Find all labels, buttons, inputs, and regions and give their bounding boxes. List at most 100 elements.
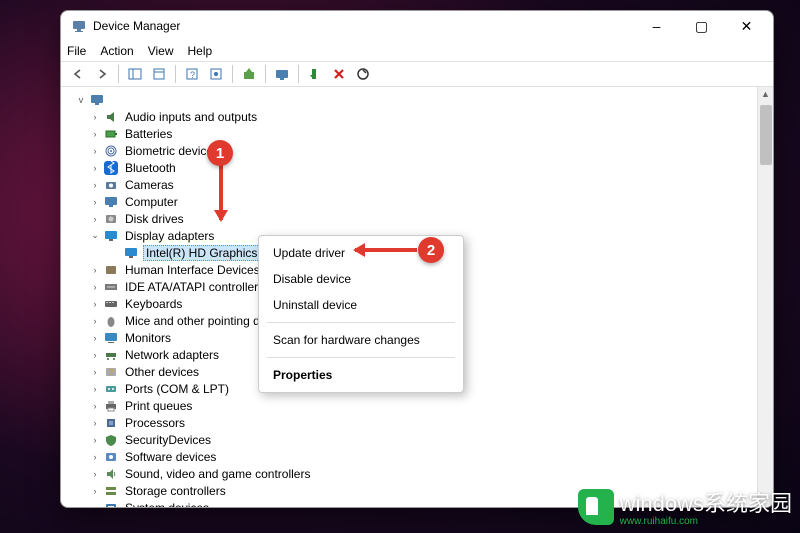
chevron-right-icon[interactable]: › <box>89 469 101 479</box>
disk-icon <box>103 211 119 227</box>
vertical-scrollbar[interactable] <box>757 87 773 507</box>
tree-node[interactable]: › Software devices <box>69 448 773 465</box>
update-driver-button[interactable] <box>238 63 260 85</box>
maximize-button[interactable]: ▢ <box>679 11 724 41</box>
chevron-right-icon[interactable]: › <box>89 282 101 292</box>
close-button[interactable]: ✕ <box>724 11 769 41</box>
tree-node-label: Disk drives <box>123 212 186 226</box>
tree-node-label: Processors <box>123 416 187 430</box>
sound-icon <box>103 466 119 482</box>
chevron-right-icon[interactable]: › <box>89 299 101 309</box>
tree-node-label: System devices <box>123 501 211 508</box>
action-button[interactable] <box>205 63 227 85</box>
tree-node[interactable]: › Disk drives <box>69 210 773 227</box>
scan-hardware-button[interactable] <box>271 63 293 85</box>
tree-node-label: Network adapters <box>123 348 221 362</box>
chevron-right-icon[interactable]: › <box>89 197 101 207</box>
chevron-right-icon[interactable]: · <box>109 248 121 258</box>
svg-text:?: ? <box>109 368 114 377</box>
tree-node-label: Batteries <box>123 127 174 141</box>
tree-node[interactable]: ›Biometric devices <box>69 142 773 159</box>
tree-node[interactable]: ›Sound, video and game controllers <box>69 465 773 482</box>
chevron-right-icon[interactable]: › <box>89 333 101 343</box>
chevron-right-icon[interactable]: › <box>89 265 101 275</box>
tree-node[interactable]: › Batteries <box>69 125 773 142</box>
chevron-right-icon[interactable]: › <box>89 316 101 326</box>
tree-node-label: IDE ATA/ATAPI controllers <box>123 280 266 294</box>
menu-disable-device[interactable]: Disable device <box>259 266 463 292</box>
chevron-right-icon[interactable]: › <box>89 129 101 139</box>
tree-node-label: Print queues <box>123 399 194 413</box>
chevron-right-icon[interactable]: › <box>89 452 101 462</box>
tree-node-label: Storage controllers <box>123 484 228 498</box>
tree-node-label: Bluetooth <box>123 161 178 175</box>
chevron-right-icon[interactable]: › <box>89 486 101 496</box>
chevron-right-icon[interactable]: › <box>89 214 101 224</box>
chevron-down-icon[interactable]: ⌄ <box>89 230 101 241</box>
back-button[interactable] <box>67 63 89 85</box>
uninstall-device-button[interactable] <box>328 63 350 85</box>
toolbar-separator <box>298 65 299 83</box>
tree-node[interactable]: › Computer <box>69 193 773 210</box>
display-icon <box>103 228 119 244</box>
watermark-icon <box>578 489 614 525</box>
menu-separator <box>267 357 455 358</box>
battery-icon <box>103 126 119 142</box>
tree-node[interactable]: › Audio inputs and outputs <box>69 108 773 125</box>
chevron-right-icon[interactable]: › <box>89 401 101 411</box>
chevron-down-icon[interactable]: v <box>75 95 87 105</box>
ide-icon <box>103 279 119 295</box>
security-icon <box>103 432 119 448</box>
tree-node-label: Audio inputs and outputs <box>123 110 259 124</box>
tree-node-label: Software devices <box>123 450 218 464</box>
chevron-right-icon[interactable]: › <box>89 367 101 377</box>
chevron-right-icon[interactable]: › <box>89 384 101 394</box>
tree-node[interactable]: › Processors <box>69 414 773 431</box>
tree-node-label: Other devices <box>123 365 201 379</box>
forward-button[interactable] <box>91 63 113 85</box>
minimize-button[interactable]: – <box>634 11 679 41</box>
other-icon: ? <box>103 364 119 380</box>
toolbar-separator <box>175 65 176 83</box>
enable-device-button[interactable] <box>304 63 326 85</box>
cpu-icon <box>103 415 119 431</box>
chevron-right-icon[interactable]: › <box>89 503 101 508</box>
menu-action[interactable]: Action <box>100 44 133 58</box>
menu-uninstall-device[interactable]: Uninstall device <box>259 292 463 318</box>
properties-button[interactable] <box>148 63 170 85</box>
menu-help[interactable]: Help <box>188 44 213 58</box>
menu-scan-hardware[interactable]: Scan for hardware changes <box>259 327 463 353</box>
chevron-right-icon[interactable]: › <box>89 112 101 122</box>
tree-root-node[interactable]: v <box>69 91 773 108</box>
mouse-icon <box>103 313 119 329</box>
menu-view[interactable]: View <box>148 44 174 58</box>
menu-properties[interactable]: Properties <box>259 362 463 388</box>
watermark: windows系统家园 www.ruihaifu.com <box>578 486 792 527</box>
tree-node-label: Display adapters <box>123 229 216 243</box>
chevron-right-icon[interactable]: › <box>89 180 101 190</box>
chevron-right-icon[interactable]: › <box>89 350 101 360</box>
tree-node[interactable]: ›Cameras <box>69 176 773 193</box>
watermark-brand: windows系统家园 <box>620 491 792 516</box>
chevron-right-icon[interactable]: › <box>89 435 101 445</box>
toolbar: ? <box>61 61 773 87</box>
help-button[interactable]: ? <box>181 63 203 85</box>
callout-2: 2 <box>418 237 444 263</box>
menu-file[interactable]: File <box>67 44 86 58</box>
tree-node[interactable]: › Bluetooth <box>69 159 773 176</box>
chevron-right-icon[interactable]: › <box>89 418 101 428</box>
disable-device-button[interactable] <box>352 63 374 85</box>
hid-icon <box>103 262 119 278</box>
storage-icon <box>103 483 119 499</box>
tree-node[interactable]: › Print queues <box>69 397 773 414</box>
tree-node-label: Computer <box>123 195 180 209</box>
menu-separator <box>267 322 455 323</box>
tree-node-label: Ports (COM & LPT) <box>123 382 231 396</box>
software-icon <box>103 449 119 465</box>
show-hide-tree-button[interactable] <box>124 63 146 85</box>
chevron-right-icon[interactable]: › <box>89 163 101 173</box>
tree-node[interactable]: ›SecurityDevices <box>69 431 773 448</box>
tree-node-label: Human Interface Devices <box>123 263 262 277</box>
chevron-right-icon[interactable]: › <box>89 146 101 156</box>
watermark-sub: www.ruihaifu.com <box>620 516 792 527</box>
